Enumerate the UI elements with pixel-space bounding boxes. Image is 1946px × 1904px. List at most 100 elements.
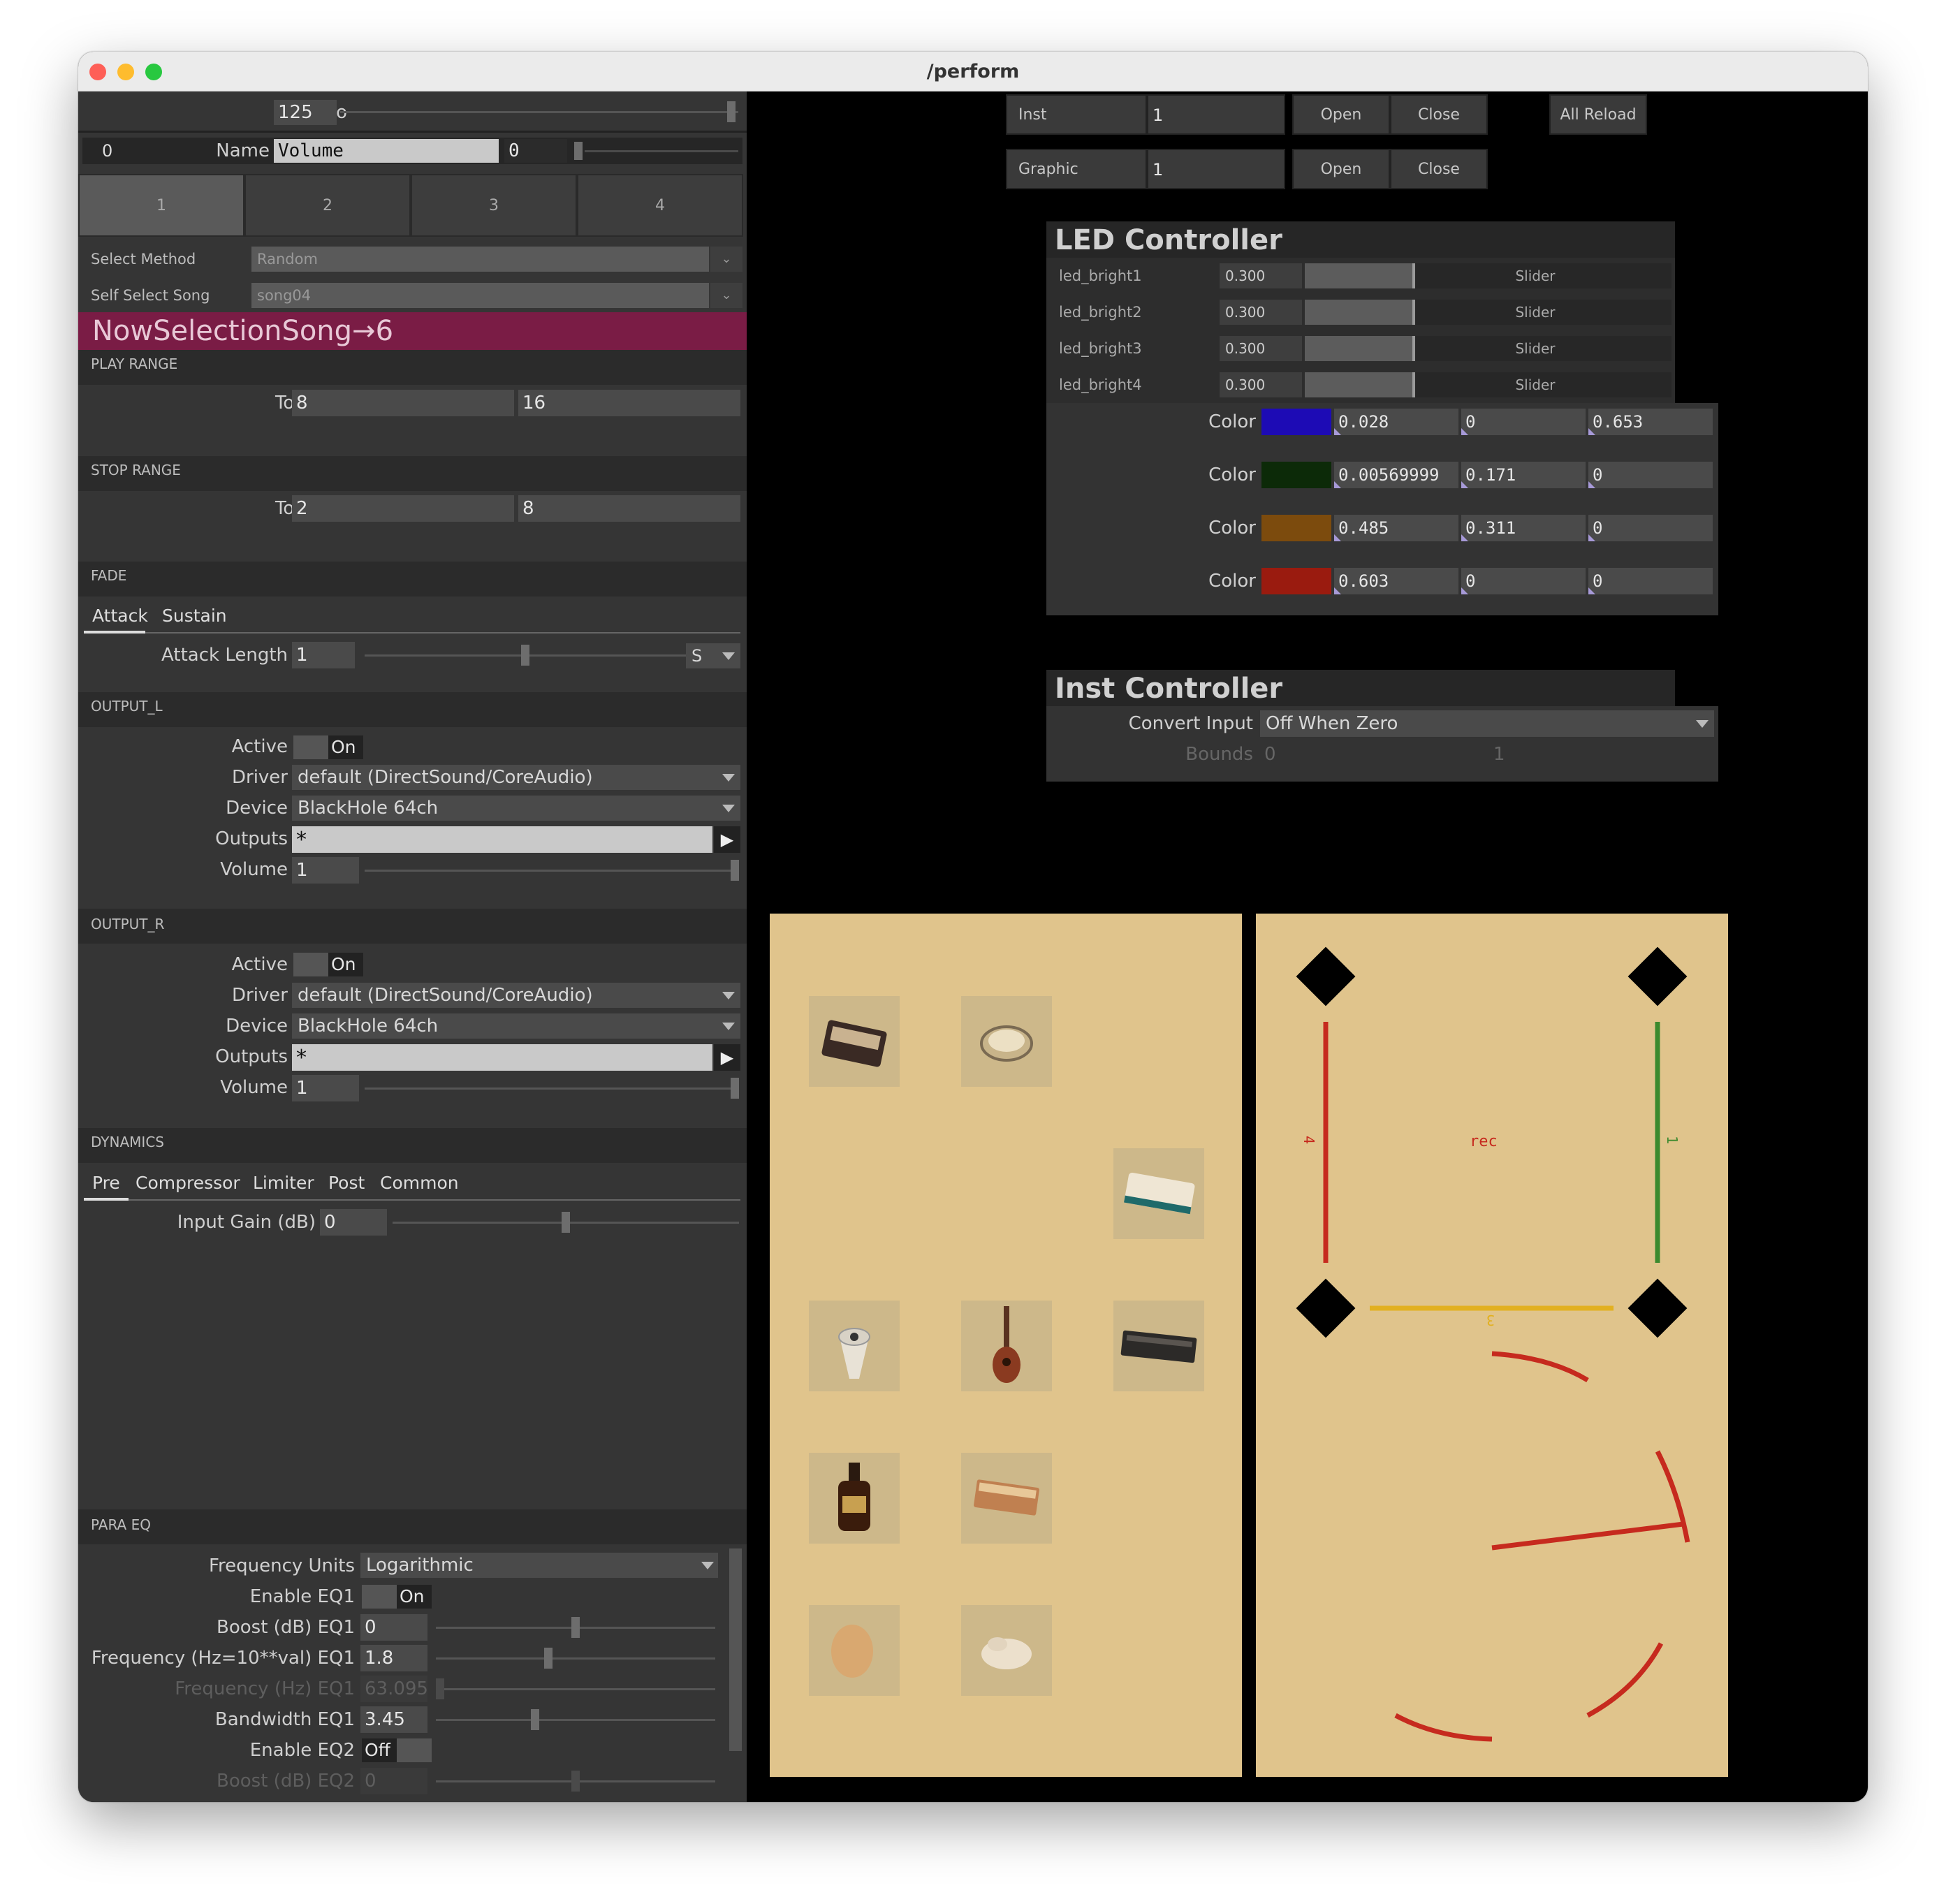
field-corner-icon — [1588, 534, 1595, 541]
led-color-g-field[interactable]: 0.171 — [1461, 462, 1586, 488]
chevron-down-icon — [1696, 720, 1709, 728]
eq-row: Enable EQ1 On — [78, 1582, 728, 1610]
para-eq-rows: Frequency Units Logarithmic Enable EQ1 On Bo… — [78, 91, 747, 1802]
led-color-b-field[interactable]: 0 — [1588, 568, 1713, 594]
drum-icon — [809, 1301, 900, 1391]
field-corner-icon — [1588, 481, 1595, 488]
bottle-icon — [809, 1453, 900, 1544]
led-color-swatch[interactable] — [1261, 568, 1331, 594]
led-slider-row: led_bright4 0.300 Slider — [1046, 369, 1675, 400]
frequency-units-dropdown[interactable]: Logarithmic — [360, 1553, 718, 1578]
eq-row-slider-handle[interactable] — [544, 1648, 553, 1669]
field-corner-icon — [1334, 481, 1341, 488]
eq-row-label: Boost (dB) EQ1 — [217, 1617, 355, 1638]
eq-row-label: Frequency Units — [208, 1555, 355, 1576]
eq-row-value[interactable]: 63.095 — [360, 1676, 427, 1702]
led-slider-value[interactable]: 0.300 — [1220, 300, 1302, 325]
field-corner-icon — [1461, 587, 1468, 594]
graphic-close-button[interactable]: Close — [1390, 149, 1488, 189]
led-slider-mode: Slider — [1515, 376, 1556, 393]
eq-row-value[interactable]: 1.8 — [360, 1645, 427, 1671]
eq-row-slider-handle[interactable] — [531, 1709, 539, 1730]
led-controller-title: LED Controller — [1046, 221, 1675, 258]
eq-row: Enable EQ2 Off — [78, 1736, 728, 1764]
inst-label: Inst — [1006, 94, 1147, 135]
eq-row: Frequency (Hz) EQ1 63.095 — [78, 1674, 728, 1702]
field-corner-icon — [1461, 534, 1468, 541]
scrollbar[interactable] — [729, 1548, 742, 1751]
led-color-swatch[interactable] — [1261, 515, 1331, 541]
inst-close-button[interactable]: Close — [1390, 94, 1488, 135]
inst-controller-panel: Convert Input Off When Zero Bounds 0 1 — [1046, 706, 1718, 782]
synth-icon — [809, 996, 900, 1087]
led-slider-list: led_bright1 0.300 Slider led_bright2 0.300 Sl… — [1046, 258, 1675, 403]
eq-row: Boost (dB) EQ2 0 — [78, 1766, 728, 1794]
field-corner-icon — [1334, 428, 1341, 435]
eq-row: Bandwidth EQ1 3.45 — [78, 1705, 728, 1733]
eq-row-label: Frequency (Hz=10**val) EQ1 — [91, 1648, 355, 1669]
led-slider-fill[interactable] — [1305, 300, 1415, 325]
led-slider-value[interactable]: 0.300 — [1220, 336, 1302, 361]
inst-input[interactable]: 1 — [1147, 94, 1285, 135]
eq-row-label: Enable EQ1 — [249, 1586, 355, 1607]
convert-input-label: Convert Input — [1128, 713, 1253, 734]
led-slider-fill[interactable] — [1305, 263, 1415, 288]
led-slider-value[interactable]: 0.300 — [1220, 372, 1302, 397]
led-color-b-field[interactable]: 0 — [1588, 462, 1713, 488]
led-color-g-field[interactable]: 0 — [1461, 568, 1586, 594]
led-slider-value[interactable]: 0.300 — [1220, 263, 1302, 288]
led-slider-row: led_bright1 0.300 Slider — [1046, 261, 1675, 291]
led-color-r-field[interactable]: 0.028 — [1334, 409, 1458, 435]
eq-row-slider-track[interactable] — [436, 1657, 715, 1660]
led-color-b-field[interactable]: 0.653 — [1588, 409, 1713, 435]
eq-toggle-knob[interactable] — [397, 1738, 432, 1762]
graphic-open-button[interactable]: Open — [1292, 149, 1390, 189]
eq-toggle-knob[interactable] — [362, 1585, 397, 1609]
led-color-r-field[interactable]: 0.00569999 — [1334, 462, 1458, 488]
led-color-g-field[interactable]: 0.311 — [1461, 515, 1586, 541]
inst-controller-title: Inst Controller — [1046, 670, 1675, 706]
inst-open-button[interactable]: Open — [1292, 94, 1390, 135]
led-slider-mode: Slider — [1515, 268, 1556, 284]
led-color-swatch[interactable] — [1261, 409, 1331, 435]
field-corner-icon — [1461, 428, 1468, 435]
led-color-b-field[interactable]: 0 — [1588, 515, 1713, 541]
head-icon — [809, 1605, 900, 1696]
eq-row-slider-track[interactable] — [436, 1719, 715, 1721]
led-slider-fill[interactable] — [1305, 372, 1415, 397]
led-color-list: Color 0.028 0 0.653 Color 0.00569999 0.171 0 Col… — [1046, 403, 1718, 615]
led-slider-name: led_bright4 — [1059, 376, 1142, 393]
chevron-down-icon — [701, 1562, 714, 1569]
parameter-panel: Tempo 125 0 Name Volume 0 1 2 3 4 Select… — [78, 91, 747, 1802]
led-color-row: Color 0.603 0 0 — [1046, 566, 1718, 596]
bounds-label: Bounds — [1185, 744, 1253, 765]
graphic-label: Graphic — [1006, 149, 1147, 189]
led-slider-name: led_bright3 — [1059, 340, 1142, 357]
eq-row-value[interactable]: 3.45 — [360, 1706, 427, 1733]
field-corner-icon — [1334, 587, 1341, 594]
eq-enable-toggle[interactable]: Off — [362, 1738, 397, 1762]
window-title: /perform — [926, 61, 1020, 82]
led-color-label: Color — [1208, 411, 1256, 432]
eq-row-slider-handle[interactable] — [436, 1678, 444, 1699]
led-color-r-field[interactable]: 0.603 — [1334, 568, 1458, 594]
graphic-input[interactable]: 1 — [1147, 149, 1285, 189]
all-reload-button[interactable]: All Reload — [1549, 94, 1647, 135]
eq-row-slider-track[interactable] — [436, 1688, 715, 1690]
eq-row-slider-handle[interactable] — [571, 1617, 580, 1638]
led-slider-row: led_bright2 0.300 Slider — [1046, 297, 1675, 328]
convert-input-dropdown[interactable]: Off When Zero — [1260, 710, 1714, 737]
field-corner-icon — [1461, 481, 1468, 488]
led-color-r-field[interactable]: 0.485 — [1334, 515, 1458, 541]
bounds-max[interactable]: 1 — [1493, 741, 1505, 768]
led-color-swatch[interactable] — [1261, 462, 1331, 488]
eq-enable-toggle[interactable]: On — [397, 1585, 432, 1609]
led-color-g-field[interactable]: 0 — [1461, 409, 1586, 435]
bounds-min[interactable]: 0 — [1264, 741, 1276, 768]
eq-row-value[interactable]: 0 — [360, 1768, 427, 1794]
led-slider-row: led_bright3 0.300 Slider — [1046, 333, 1675, 364]
eq-row-value[interactable]: 0 — [360, 1614, 427, 1641]
eq-row-slider-handle[interactable] — [571, 1771, 580, 1792]
led-slider-fill[interactable] — [1305, 336, 1415, 361]
led-slider-name: led_bright1 — [1059, 268, 1142, 284]
